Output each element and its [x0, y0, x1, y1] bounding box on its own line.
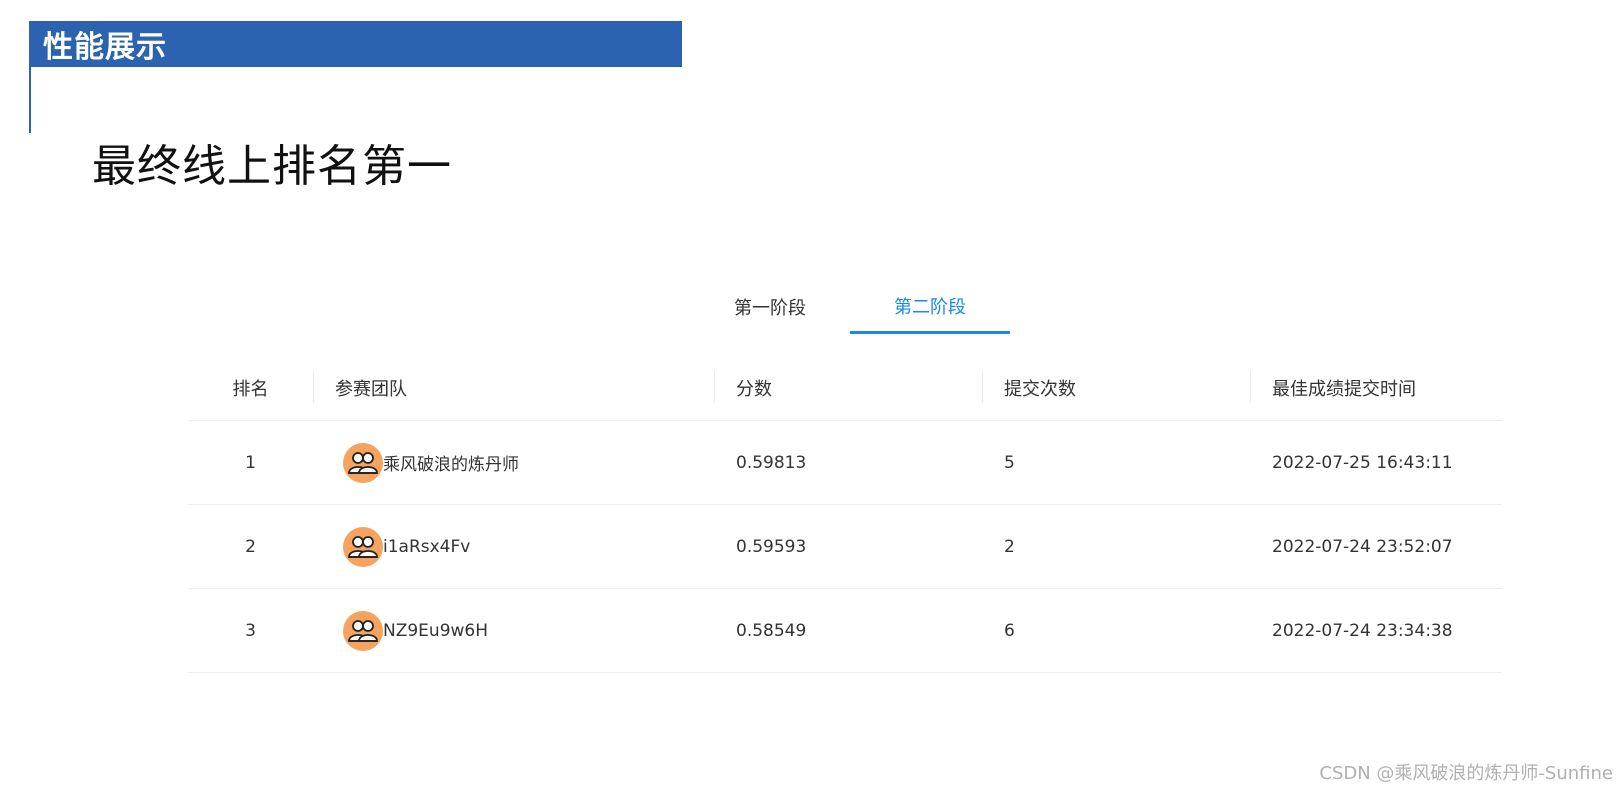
- rank-cell: 2: [245, 536, 256, 557]
- tab-stage-1[interactable]: 第一阶段: [690, 280, 850, 334]
- team-cell: NZ9Eu9w6H: [313, 610, 714, 651]
- table-row: 1 乘风破浪的炼丹师 0.59813 5 2022-07-25 16:43:11: [188, 421, 1502, 505]
- best-time-cell: 2022-07-24 23:52:07: [1272, 536, 1453, 557]
- team-name: 乘风破浪的炼丹师: [383, 455, 519, 475]
- team-icon: [343, 610, 383, 651]
- team-name: NZ9Eu9w6H: [383, 620, 489, 641]
- score-cell: 0.59593: [736, 536, 807, 557]
- section-title: 性能展示: [43, 30, 167, 65]
- leaderboard-table: 排名 参赛团队 分数 提交次数 最佳成绩提交时间 1 乘风破浪的炼丹师 0.59…: [188, 355, 1502, 673]
- column-header-team: 参赛团队: [313, 370, 714, 403]
- table-row: 2 i1aRsx4Fv 0.59593 2 2022-07-24 23:52:0…: [188, 505, 1502, 589]
- rank-cell: 1: [245, 452, 256, 473]
- watermark: CSDN @乘风破浪的炼丹师-Sunfine: [1319, 763, 1613, 784]
- team-icon: [343, 442, 383, 483]
- stage-tabs: 第一阶段 第二阶段: [690, 280, 1010, 334]
- score-cell: 0.58549: [736, 620, 807, 641]
- column-header-score: 分数: [714, 370, 982, 403]
- column-header-submissions: 提交次数: [982, 370, 1250, 403]
- score-cell: 0.59813: [736, 452, 807, 473]
- submissions-cell: 2: [1004, 536, 1015, 557]
- submissions-cell: 6: [1004, 620, 1015, 641]
- submissions-cell: 5: [1004, 452, 1015, 473]
- table-header: 排名 参赛团队 分数 提交次数 最佳成绩提交时间: [188, 355, 1502, 421]
- best-time-cell: 2022-07-25 16:43:11: [1272, 452, 1453, 473]
- team-name: i1aRsx4Fv: [383, 536, 471, 557]
- team-icon: [343, 526, 383, 567]
- column-header-rank: 排名: [232, 378, 269, 400]
- team-cell: i1aRsx4Fv: [313, 526, 714, 567]
- rank-cell: 3: [245, 620, 256, 641]
- slide-title: 最终线上排名第一: [92, 141, 452, 192]
- best-time-cell: 2022-07-24 23:34:38: [1272, 620, 1453, 641]
- section-rule: [29, 67, 31, 133]
- slide: 性能展示 最终线上排名第一 第一阶段 第二阶段 排名 参赛团队 分数 提交次数 …: [0, 0, 1623, 801]
- column-header-best-time: 最佳成绩提交时间: [1250, 370, 1502, 403]
- section-header: 性能展示: [29, 21, 682, 67]
- tab-stage-2[interactable]: 第二阶段: [850, 280, 1010, 334]
- team-cell: 乘风破浪的炼丹师: [313, 442, 714, 483]
- table-row: 3 NZ9Eu9w6H 0.58549 6 2022-07-24 23:34:3…: [188, 589, 1502, 673]
